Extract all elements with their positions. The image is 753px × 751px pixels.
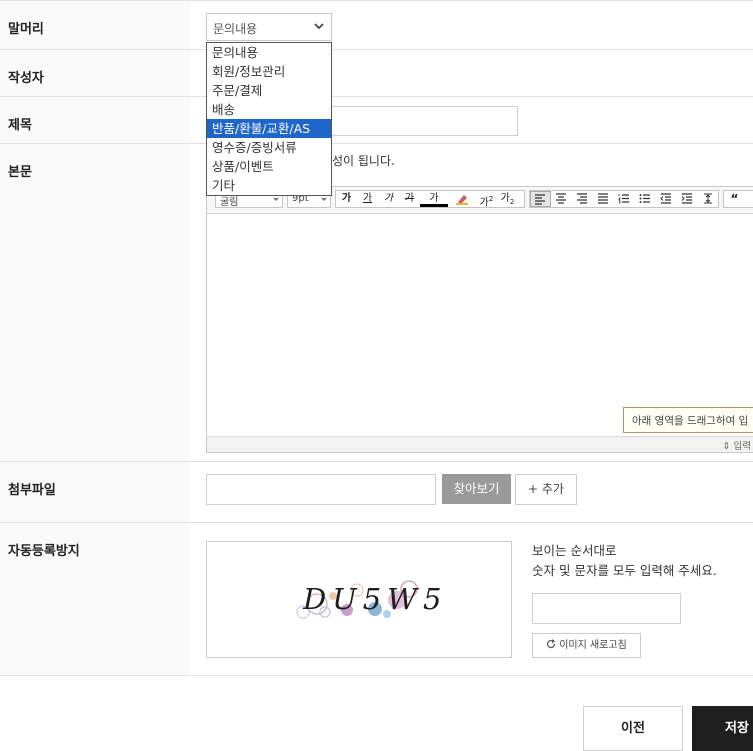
captcha-image: DU5W5	[206, 541, 512, 658]
body-label: 본문	[0, 144, 190, 462]
highlighter-icon	[456, 195, 468, 205]
editor-resize-handle[interactable]: ⇕ 입력	[207, 436, 753, 452]
refresh-captcha-button[interactable]: 이미지 새로고침	[532, 633, 641, 658]
category-dropdown-list: 문의내용 회원/정보관리 주문/결제 배송 반품/환불/교환/AS 영수증/증빙…	[206, 42, 332, 196]
subscript-button[interactable]: 가2	[497, 191, 518, 207]
superscript-button[interactable]: 가2	[476, 191, 497, 208]
category-option[interactable]: 배송	[207, 100, 331, 119]
category-option[interactable]: 주문/결제	[207, 81, 331, 100]
category-option[interactable]: 상품/이벤트	[207, 157, 331, 176]
category-option[interactable]: 회원/정보관리	[207, 62, 331, 81]
category-option[interactable]: 기타	[207, 176, 331, 195]
category-option-highlighted[interactable]: 반품/환불/교환/AS	[207, 119, 331, 138]
strikethrough-button[interactable]: 가	[399, 191, 420, 207]
author-label: 작성자	[0, 50, 190, 97]
category-select[interactable]: 문의내용	[206, 13, 332, 41]
category-row: 말머리 문의내용	[0, 0, 753, 50]
editor-content-area[interactable]	[207, 214, 753, 436]
text-style-group: 가 가 가 가 가 가2 가2	[335, 190, 525, 208]
underline-button[interactable]: 가	[357, 191, 378, 207]
align-justify-icon[interactable]	[593, 191, 614, 207]
line-height-icon[interactable]	[697, 191, 718, 207]
attachment-label: 첨부파일	[0, 462, 190, 523]
form-bottom-divider	[0, 675, 753, 676]
refresh-icon	[547, 639, 556, 649]
alignment-group	[529, 190, 719, 208]
captcha-code: DU5W5	[303, 582, 448, 616]
save-button[interactable]: 저장	[692, 706, 753, 751]
prev-button[interactable]: 이전	[583, 706, 683, 751]
quote-group: “	[723, 190, 753, 208]
subject-row: 제목	[0, 96, 753, 144]
align-right-icon[interactable]	[572, 191, 593, 207]
subject-label: 제목	[0, 97, 190, 144]
rich-text-editor[interactable]: 굴림 9pt 가 가 가 가 가 가2 가2 “ 아래 영역을 드래그하여 입 …	[206, 186, 753, 453]
font-color-button[interactable]: 가	[420, 191, 448, 207]
author-row: 작성자	[0, 49, 753, 97]
quote-icon[interactable]: “	[724, 191, 745, 207]
captcha-input[interactable]	[532, 593, 681, 624]
outdent-icon[interactable]	[655, 191, 676, 207]
attachment-file-input[interactable]	[206, 474, 436, 505]
indent-icon[interactable]	[676, 191, 697, 207]
category-option[interactable]: 영수증/증빙서류	[207, 138, 331, 157]
captcha-guide: 보이는 순서대로 숫자 및 문자를 모두 입력해 주세요.	[532, 543, 717, 578]
category-select-value: 문의내용	[213, 22, 258, 36]
align-center-icon[interactable]	[551, 191, 572, 207]
category-option[interactable]: 문의내용	[207, 43, 331, 62]
align-left-icon[interactable]	[530, 191, 551, 207]
category-label: 말머리	[0, 1, 190, 50]
bullet-list-icon[interactable]	[634, 191, 655, 207]
add-attachment-button[interactable]: + 추가	[515, 474, 577, 505]
highlight-color-button[interactable]	[448, 191, 476, 207]
resize-tooltip: 아래 영역을 드래그하여 입	[623, 407, 753, 433]
captcha-label: 자동등록방지	[0, 523, 190, 676]
ordered-list-icon[interactable]	[614, 191, 635, 207]
italic-button[interactable]: 가	[378, 191, 399, 207]
chevron-down-icon	[314, 23, 324, 30]
browse-file-button[interactable]: 찾아보기	[442, 474, 511, 504]
bold-button[interactable]: 가	[336, 191, 357, 207]
